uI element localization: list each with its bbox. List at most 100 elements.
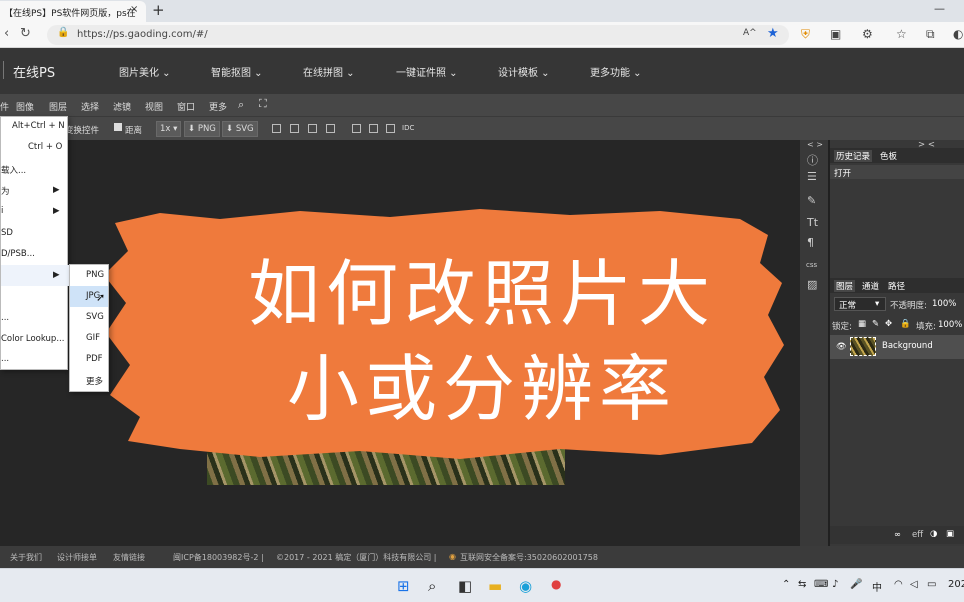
transform-controls-label[interactable]: 变换控件 [65, 124, 99, 136]
export-gif-option[interactable]: GIF [70, 328, 108, 349]
tab-swatches[interactable]: 色板 [880, 150, 897, 162]
link-layers-icon[interactable]: ∞ [894, 530, 901, 540]
nav-templates[interactable]: 设计模板 ⌄ [498, 64, 550, 79]
nav-image-beautify[interactable]: 图片美化 ⌄ [119, 64, 171, 79]
back-icon[interactable]: ‹ [4, 26, 9, 41]
tray-app-icon[interactable]: ⇆ [798, 579, 806, 590]
lock-paint-icon[interactable]: ✎ [872, 319, 879, 329]
css-icon[interactable]: css [806, 261, 817, 269]
file-menu-item-save-psb[interactable]: D/PSB... [1, 244, 69, 265]
menu-more[interactable]: 更多 [209, 100, 227, 113]
file-menu-item-color-lookup[interactable]: Color Lookup... [1, 329, 69, 350]
idc-label[interactable]: IDC [402, 124, 414, 132]
search-icon[interactable]: ⌕ [238, 98, 244, 112]
menu-layer[interactable]: 图层 [49, 100, 67, 113]
tray-app3-icon[interactable]: ♪ [832, 579, 838, 590]
read-aloud-icon[interactable]: A^ [743, 28, 757, 38]
url-text[interactable]: https://ps.gaoding.com/#/ [77, 29, 208, 40]
export-more-option[interactable]: 更多 [70, 370, 108, 391]
new-tab-button[interactable]: + [152, 1, 165, 19]
recorder-icon[interactable]: ● [551, 577, 561, 591]
layer-row[interactable]: 👁 Background [830, 335, 964, 359]
file-menu-item-export[interactable]: ▶ [1, 265, 69, 286]
nav-collage[interactable]: 在线拼图 ⌄ [303, 64, 355, 79]
export-svg-button[interactable]: ⬇ SVG [222, 121, 258, 137]
align-center-icon[interactable] [290, 124, 299, 133]
distribute-center-icon[interactable] [369, 124, 378, 133]
export-svg-option[interactable]: SVG [70, 307, 108, 328]
search-icon[interactable]: ⌕ [428, 577, 436, 595]
ime-indicator[interactable]: 中 [872, 579, 882, 594]
tray-overflow-icon[interactable]: ⌃ [782, 579, 790, 590]
address-bar[interactable]: 🔒 https://ps.gaoding.com/#/ A^ ★ [47, 25, 789, 45]
battery-icon[interactable]: ▭ [927, 579, 936, 590]
volume-icon[interactable]: ◁ [910, 579, 918, 590]
distance-checkbox[interactable] [114, 123, 122, 131]
extension-shield-icon[interactable]: ⛨ [801, 27, 810, 42]
profile-icon[interactable]: ◐ [953, 27, 963, 41]
distance-label[interactable]: 距离 [125, 124, 142, 136]
align-left-icon[interactable] [272, 124, 281, 133]
lock-icon[interactable]: 🔒 [57, 27, 69, 38]
footer-about-link[interactable]: 关于我们 [10, 552, 42, 563]
adjust-sliders-icon[interactable]: ☰ [807, 170, 817, 183]
file-menu-item-save-as[interactable]: 为 ▶ [1, 180, 69, 201]
minimize-window-button[interactable]: — [934, 2, 945, 15]
start-icon[interactable]: ⊞ [397, 577, 410, 595]
image-icon[interactable]: ▨ [807, 278, 817, 291]
nav-more-features[interactable]: 更多功能 ⌄ [590, 64, 642, 79]
file-menu-item-recent[interactable]: i ▶ [1, 201, 69, 222]
footer-links-link[interactable]: 友情链接 [113, 552, 145, 563]
menu-window[interactable]: 窗口 [177, 100, 195, 113]
nav-id-photo[interactable]: 一键证件照 ⌄ [396, 64, 458, 79]
distribute-left-icon[interactable] [352, 124, 361, 133]
footer-police-record[interactable]: 互联网安全备案号:35020602001758 [460, 552, 598, 563]
browser-tab[interactable]: 【在线PS】PS软件网页版，ps在 [0, 1, 146, 22]
footer-icp[interactable]: 闽ICP备18003982号-2 | [173, 552, 264, 563]
file-menu-item-more[interactable]: ... [1, 350, 69, 371]
paragraph-icon[interactable]: ¶ [807, 236, 814, 249]
tab-layers[interactable]: 图层 [834, 280, 856, 292]
favorite-star-icon[interactable]: ★ [767, 26, 779, 41]
new-layer-icon[interactable]: ▣ [946, 529, 954, 539]
file-menu-item-import[interactable]: 载入... [1, 159, 69, 180]
lock-move-icon[interactable]: ✥ [885, 319, 892, 329]
collections-icon[interactable]: ⧉ [926, 27, 935, 42]
tab-channels[interactable]: 通道 [862, 280, 879, 292]
mask-icon[interactable]: ◑ [930, 529, 937, 539]
file-menu-item-blank[interactable] [1, 287, 69, 308]
effects-icon[interactable]: eff [912, 530, 923, 540]
favorites-icon[interactable]: ☆ [896, 27, 907, 41]
brand-logo[interactable]: 在线PS [13, 62, 55, 81]
tray-app2-icon[interactable]: ⌨ [814, 579, 828, 590]
clock[interactable]: 202 [948, 579, 964, 590]
info-icon[interactable]: ⓘ [807, 152, 818, 168]
file-menu-item-new[interactable]: Alt+Ctrl + N [1, 117, 69, 138]
tab-history[interactable]: 历史记录 [834, 150, 873, 162]
tab-paths[interactable]: 路径 [888, 280, 905, 292]
distribute-right-icon[interactable] [386, 124, 395, 133]
lock-all-icon[interactable]: 🔒 [900, 319, 911, 329]
file-menu-item-open[interactable]: Ctrl + O [1, 137, 69, 158]
menu-file[interactable]: 件 [0, 100, 9, 113]
menu-view[interactable]: 视图 [145, 100, 163, 113]
close-tab-icon[interactable]: × [130, 4, 138, 15]
footer-designer-link[interactable]: 设计师接单 [57, 552, 97, 563]
collapse-panel-toggle[interactable]: < > [807, 140, 823, 149]
character-icon[interactable]: Tt [807, 216, 818, 229]
menu-filter[interactable]: 滤镜 [113, 100, 131, 113]
visibility-eye-icon[interactable]: 👁 [836, 342, 847, 352]
edge-icon[interactable]: ◉ [519, 577, 532, 595]
file-menu-item-save-psd[interactable]: SD [1, 223, 69, 244]
fullscreen-icon[interactable]: ⛶ [259, 97, 267, 111]
nav-smart-cutout[interactable]: 智能抠图 ⌄ [211, 64, 263, 79]
align-top-icon[interactable] [326, 124, 335, 133]
wifi-icon[interactable]: ◠ [894, 579, 903, 590]
opacity-value[interactable]: 100% [932, 299, 956, 309]
microphone-icon[interactable]: 🎤 [850, 579, 862, 590]
align-right-icon[interactable] [308, 124, 317, 133]
export-png-option[interactable]: PNG [70, 265, 108, 286]
file-explorer-icon[interactable]: ▬ [488, 577, 502, 595]
blend-mode-select[interactable]: 正常 ▾ [834, 297, 886, 311]
history-item-row[interactable]: 打开 [830, 165, 964, 179]
